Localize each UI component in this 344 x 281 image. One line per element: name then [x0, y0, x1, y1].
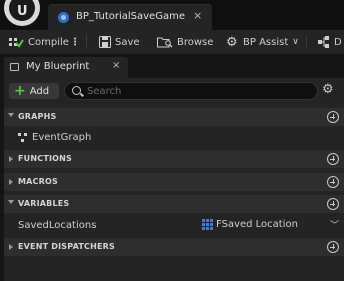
document-tab-title: BP_TutorialSaveGame — [76, 11, 185, 22]
title-bar: U BP_TutorialSaveGame × — [0, 0, 344, 30]
compile-icon — [8, 35, 24, 49]
toolbar-divider — [86, 35, 87, 49]
blueprint-panel-icon — [10, 63, 19, 71]
add-macro-icon[interactable] — [327, 176, 339, 188]
bp-assist-button[interactable]: ⚙ BP Assist ∨ — [226, 34, 299, 50]
chevron-down-icon: ∨ — [292, 37, 299, 47]
variable-type-label: FSaved Location — [216, 219, 298, 230]
add-function-icon[interactable] — [327, 153, 339, 165]
blueprint-icon — [58, 12, 69, 23]
logo-letter: U — [17, 4, 28, 19]
add-dispatcher-icon[interactable] — [327, 241, 339, 253]
compile-label: Compile — [28, 36, 69, 48]
collapse-caret-icon — [9, 156, 13, 162]
settings-gear-icon[interactable]: ⚙ — [322, 83, 336, 97]
save-button[interactable]: Save — [99, 35, 140, 49]
variable-name: SavedLocations — [18, 220, 97, 231]
gear-icon: ⚙ — [226, 34, 238, 50]
save-label: Save — [115, 36, 140, 48]
toolbar: Compile ⋮ Save Browse ⚙ BP Assist ∨ D — [0, 30, 344, 54]
section-variables[interactable]: VARIABLES — [4, 195, 344, 213]
close-tab-icon[interactable]: × — [193, 9, 202, 22]
add-variable-icon[interactable] — [327, 198, 339, 210]
compile-button[interactable]: Compile — [8, 35, 69, 49]
expand-caret-icon — [8, 200, 14, 204]
add-button[interactable]: + Add — [9, 83, 59, 99]
section-label: VARIABLES — [18, 199, 70, 208]
section-label: GRAPHS — [18, 112, 57, 121]
browse-button[interactable]: Browse — [157, 35, 213, 49]
variable-row[interactable]: SavedLocations FSaved Location ﹀ — [4, 216, 344, 234]
add-label: Add — [29, 85, 50, 97]
bp-assist-label: BP Assist — [243, 36, 289, 48]
close-panel-icon[interactable]: × — [112, 60, 120, 71]
diff-icon — [318, 36, 330, 48]
panel-tab-bar: My Blueprint × — [0, 56, 344, 78]
search-box[interactable] — [64, 82, 318, 100]
collapse-caret-icon — [9, 179, 13, 185]
diff-label: D — [334, 36, 342, 48]
search-icon — [72, 86, 81, 95]
section-label: EVENT DISPATCHERS — [18, 242, 115, 251]
folder-search-icon — [157, 36, 173, 48]
compile-options-button[interactable]: ⋮ — [70, 35, 80, 49]
expand-caret-icon — [8, 113, 14, 117]
diff-button[interactable]: D — [318, 35, 342, 49]
panel-tab-label: My Blueprint — [26, 61, 90, 72]
section-macros[interactable]: MACROS — [4, 173, 344, 191]
plus-icon: + — [14, 83, 26, 99]
chevron-down-icon[interactable]: ﹀ — [330, 218, 339, 231]
browse-label: Browse — [177, 36, 214, 48]
unreal-logo-icon[interactable]: U — [4, 0, 40, 26]
variable-type-selector[interactable]: FSaved Location — [202, 219, 298, 230]
section-event-dispatchers[interactable]: EVENT DISPATCHERS — [4, 238, 344, 256]
section-graphs[interactable]: GRAPHS — [4, 108, 344, 126]
section-label: FUNCTIONS — [18, 154, 73, 163]
list-item-eventgraph[interactable]: EventGraph — [4, 128, 344, 146]
section-label: MACROS — [18, 177, 58, 186]
search-input[interactable] — [87, 85, 307, 98]
add-graph-icon[interactable] — [327, 111, 339, 123]
save-icon — [99, 36, 111, 48]
toolbar-divider — [306, 35, 307, 49]
struct-array-icon — [202, 219, 213, 230]
my-blueprint-panel: + Add ⚙ GRAPHS EventGraph FUNCTIONS MACR… — [4, 78, 344, 281]
graph-name: EventGraph — [32, 132, 92, 143]
collapse-caret-icon — [9, 244, 13, 250]
event-graph-icon — [18, 133, 28, 142]
section-functions[interactable]: FUNCTIONS — [4, 150, 344, 168]
document-tab[interactable]: BP_TutorialSaveGame × — [48, 4, 212, 30]
tab-my-blueprint[interactable]: My Blueprint × — [4, 57, 128, 78]
